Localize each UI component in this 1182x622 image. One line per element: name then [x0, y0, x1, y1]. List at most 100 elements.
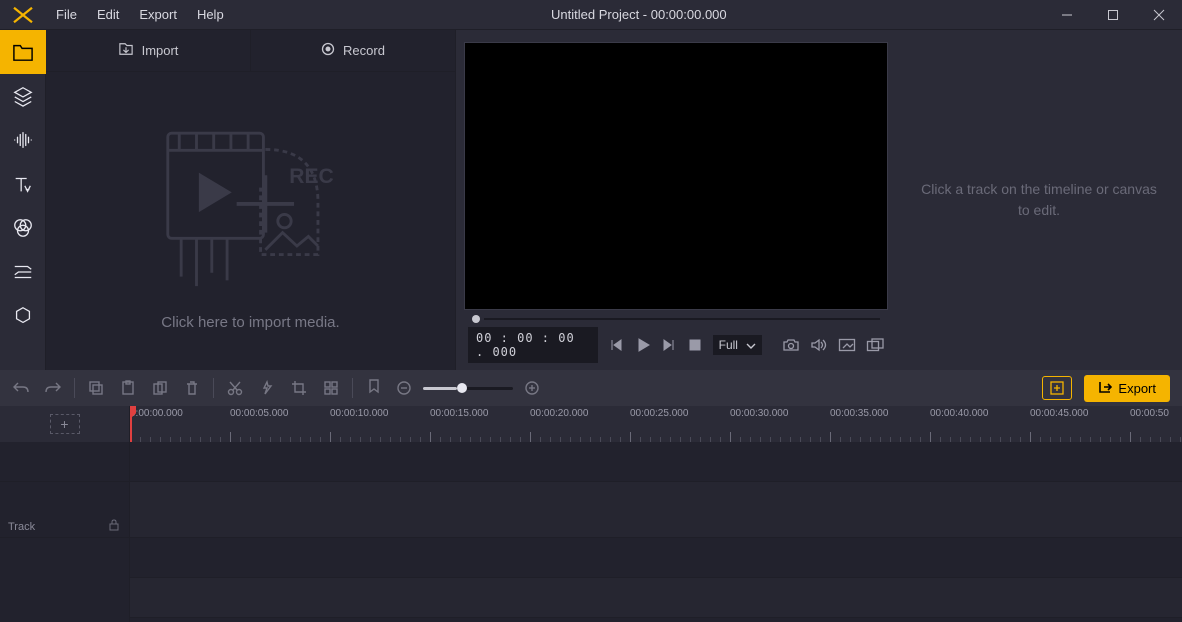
track-row[interactable] [130, 538, 1182, 578]
timeline: + 0:00:00.00000:00:05.00000:00:10.00000:… [0, 406, 1182, 622]
record-tab[interactable]: Record [250, 30, 455, 71]
ruler-label: 00:00:40.000 [930, 408, 1030, 419]
marker-button[interactable] [365, 379, 383, 397]
add-track-button[interactable]: + [50, 414, 80, 434]
media-drop-area[interactable]: REC Click here to import media. [46, 72, 455, 370]
paste-button[interactable] [119, 379, 137, 397]
sidebar-audio[interactable] [0, 118, 46, 162]
ruler-label: 00:00:15.000 [430, 408, 530, 419]
speed-button[interactable] [258, 379, 276, 397]
minimize-button[interactable] [1044, 0, 1090, 30]
undo-button[interactable] [12, 379, 30, 397]
preview-video[interactable] [464, 42, 888, 310]
sidebar-transitions[interactable] [0, 250, 46, 294]
ruler-label: 00:00:45.000 [1030, 408, 1130, 419]
ruler-label: 00:00:35.000 [830, 408, 930, 419]
import-tab[interactable]: Import [46, 30, 250, 71]
ruler-label: 00:00:10.000 [330, 408, 430, 419]
volume-button[interactable] [810, 335, 828, 355]
scrub-handle[interactable] [472, 315, 480, 323]
titlebar: File Edit Export Help Untitled Project -… [0, 0, 1182, 30]
tracks-area: 1 Track [0, 442, 1182, 622]
ruler-label: 00:00:05.000 [230, 408, 330, 419]
track-lock-icon[interactable] [107, 518, 121, 535]
rec-badge: REC [289, 164, 333, 187]
track-row[interactable] [130, 442, 1182, 482]
timeline-ruler[interactable]: 0:00:00.00000:00:05.00000:00:10.00000:00… [130, 406, 1182, 442]
ruler-label: 00:00:50 [1130, 408, 1182, 419]
menu-bar: File Edit Export Help [46, 0, 234, 30]
media-tabs: Import Record [46, 30, 455, 72]
close-button[interactable] [1136, 0, 1182, 30]
preview-controls: 00 : 00 : 00 . 000 Full [464, 328, 888, 362]
zoom-out-button[interactable] [395, 379, 413, 397]
preview-timecode[interactable]: 00 : 00 : 00 . 000 [468, 327, 598, 363]
sidebar-effects[interactable] [0, 206, 46, 250]
track-heads: 1 Track [0, 442, 130, 622]
record-label: Record [343, 43, 385, 58]
export-label: Export [1118, 381, 1156, 396]
preview-panel: 00 : 00 : 00 . 000 Full Click a track on… [456, 30, 1182, 370]
tracks-body[interactable] [130, 442, 1182, 622]
preview-scrubber[interactable] [464, 310, 888, 328]
app-logo [0, 0, 46, 30]
delete-button[interactable] [183, 379, 201, 397]
zoom-in-button[interactable] [523, 379, 541, 397]
timeline-toolbar: Export [0, 370, 1182, 406]
sidebar-text[interactable] [0, 162, 46, 206]
redo-button[interactable] [44, 379, 62, 397]
track-head-spacer [0, 442, 129, 482]
import-label: Import [142, 43, 179, 58]
snapshot-button[interactable] [782, 335, 800, 355]
detach-preview-button[interactable] [866, 335, 884, 355]
import-icon [118, 42, 134, 59]
scrub-track [484, 318, 880, 320]
record-icon [321, 42, 335, 59]
media-panel: Import Record [46, 30, 456, 370]
ruler-label: 0:00:00.000 [130, 408, 230, 419]
menu-export[interactable]: Export [129, 0, 187, 30]
zoom-control [395, 379, 541, 397]
media-placeholder-icon: REC [141, 112, 361, 292]
track-head-1[interactable]: 1 Track [0, 482, 129, 538]
sidebar-layers[interactable] [0, 74, 46, 118]
preview-quality-select[interactable]: Full [713, 335, 762, 355]
maximize-button[interactable] [1090, 0, 1136, 30]
track-row[interactable] [130, 578, 1182, 618]
export-icon [1098, 380, 1112, 397]
menu-help[interactable]: Help [187, 0, 234, 30]
group-button[interactable] [322, 379, 340, 397]
track-head-add: + [0, 406, 130, 442]
ruler-label: 00:00:30.000 [730, 408, 830, 419]
zoom-slider-handle[interactable] [457, 383, 467, 393]
properties-hint: Click a track on the timeline or canvas … [916, 179, 1162, 221]
media-placeholder-text: Click here to import media. [161, 314, 339, 331]
track-label: Track [8, 521, 35, 533]
ruler-label: 00:00:20.000 [530, 408, 630, 419]
split-button[interactable] [226, 379, 244, 397]
crop-button[interactable] [290, 379, 308, 397]
menu-edit[interactable]: Edit [87, 0, 129, 30]
window-controls [1044, 0, 1182, 30]
export-button[interactable]: Export [1084, 375, 1170, 402]
play-button[interactable] [634, 335, 652, 355]
zoom-slider[interactable] [423, 387, 513, 390]
playhead[interactable] [130, 406, 132, 442]
window-title: Untitled Project - 00:00:00.000 [234, 7, 1044, 22]
track-row[interactable] [130, 482, 1182, 538]
sidebar-media[interactable] [0, 30, 46, 74]
properties-panel: Click a track on the timeline or canvas … [896, 30, 1182, 370]
stop-button[interactable] [687, 335, 702, 355]
menu-file[interactable]: File [46, 0, 87, 30]
copy-button[interactable] [87, 379, 105, 397]
canvas-resize-button[interactable] [838, 335, 856, 355]
auto-reframe-button[interactable] [1042, 376, 1072, 400]
ruler-label: 00:00:25.000 [630, 408, 730, 419]
preview-area: 00 : 00 : 00 . 000 Full [456, 30, 896, 370]
prev-frame-button[interactable] [608, 335, 623, 355]
next-frame-button[interactable] [662, 335, 677, 355]
timeline-ruler-row: + 0:00:00.00000:00:05.00000:00:10.00000:… [0, 406, 1182, 442]
sidebar-elements[interactable] [0, 294, 46, 338]
sidebar [0, 30, 46, 370]
duplicate-button[interactable] [151, 379, 169, 397]
